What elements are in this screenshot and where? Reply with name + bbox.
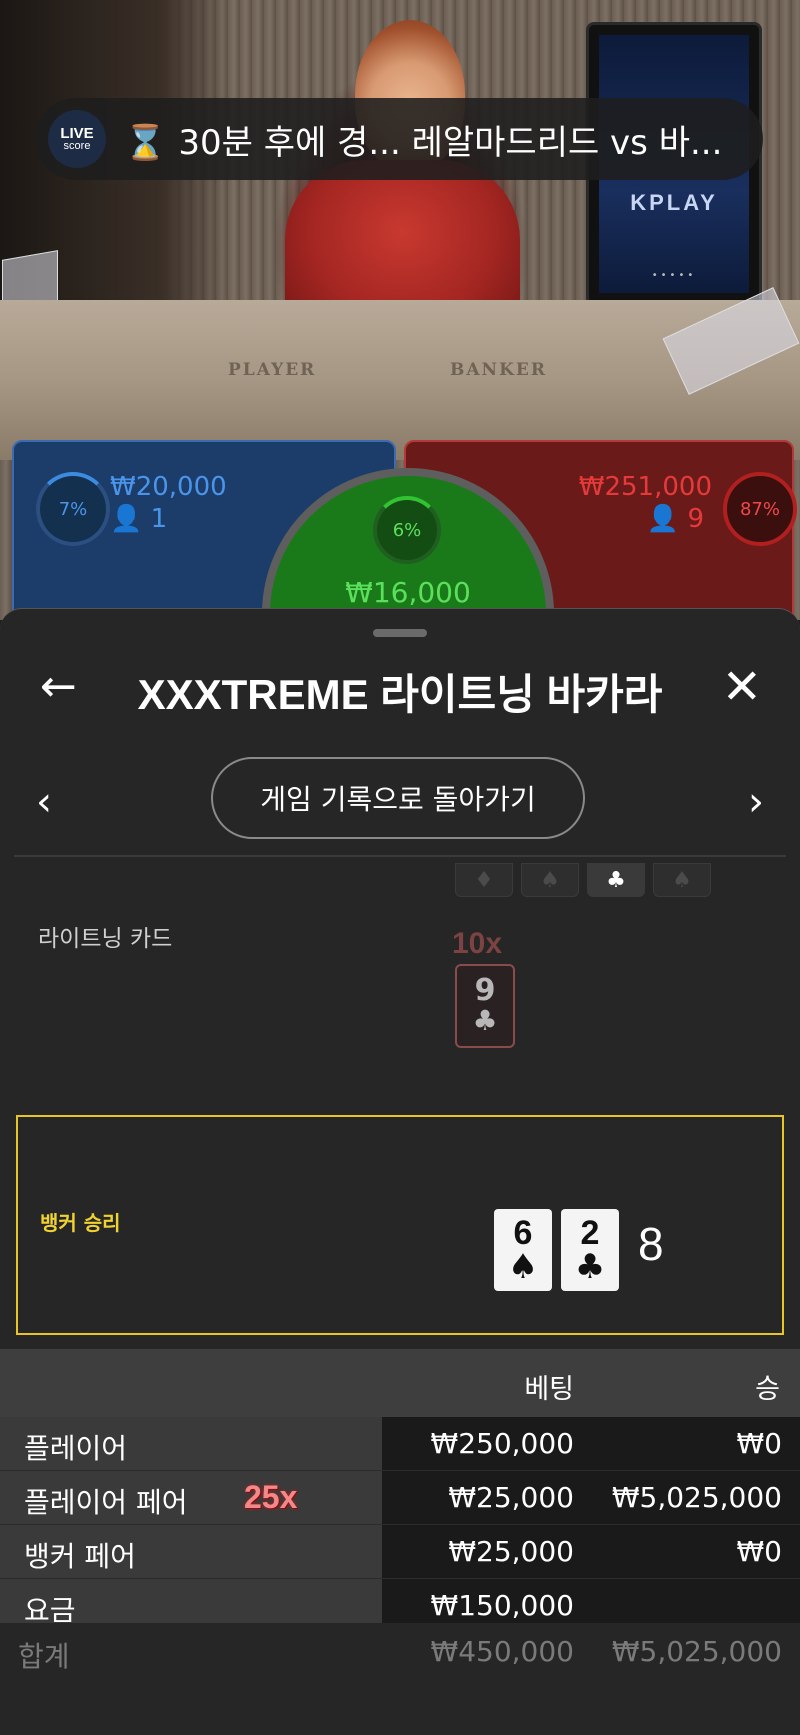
- player-count-value: 1: [150, 504, 168, 534]
- live-score-text: 30분 후에 경... 레알마드리드 vs 바...: [178, 122, 723, 163]
- table-row: 플레이어 페어 25x ₩25,000 ₩5,025,000: [0, 1471, 800, 1525]
- chevron-left-icon[interactable]: ‹: [36, 779, 52, 825]
- header-divider: [14, 855, 786, 857]
- player-bettor-count: 👤 1: [110, 504, 167, 534]
- row-name: 플레이어 페어: [24, 1486, 188, 1519]
- person-icon: 👤: [110, 504, 143, 534]
- total-win: ₩5,025,000: [611, 1635, 782, 1668]
- player-total-amount: ₩20,000: [110, 472, 227, 502]
- live-score-logo: LIVE score: [48, 110, 106, 168]
- banker-percent: 87%: [739, 498, 780, 520]
- suit-tab-club[interactable]: ♣: [587, 863, 645, 897]
- column-header-bet: 베팅: [524, 1374, 574, 1405]
- back-to-history-button[interactable]: 게임 기록으로 돌아가기: [211, 757, 585, 839]
- monitor-dots: •••••: [651, 270, 697, 281]
- player-percent-ring: 7%: [36, 472, 110, 546]
- hourglass-icon: ⌛: [124, 122, 167, 163]
- lightning-multiplier: 10x: [452, 927, 503, 960]
- column-header-win: 승: [755, 1374, 780, 1405]
- table-row: 뱅커 페어 ₩25,000 ₩0: [0, 1525, 800, 1579]
- monitor-logo: KPLAY: [630, 190, 718, 215]
- tie-percent-ring: 6%: [373, 496, 441, 564]
- bet-table-header: 베팅 승: [0, 1349, 800, 1417]
- total-row: 합계 ₩450,000 ₩5,025,000: [0, 1623, 800, 1683]
- result-card: 2 ♣: [561, 1209, 619, 1291]
- banker-count-value: 9: [687, 504, 704, 534]
- suit-tabs: ♦ ♠ ♣ ♠: [455, 863, 711, 897]
- lightning-card: 9 ♣: [455, 964, 515, 1048]
- felt-label-player: PLAYER: [228, 360, 317, 380]
- round-result-box: 뱅커 승리 6 ♠ 2 ♣ 8: [16, 1115, 784, 1335]
- sheet-drag-handle[interactable]: [373, 629, 427, 637]
- banker-total-amount: ₩251,000: [578, 472, 712, 502]
- live-score-logo-line1: LIVE: [60, 125, 94, 142]
- spade-icon: ♠: [507, 1247, 539, 1287]
- table-felt: [0, 300, 800, 460]
- result-card-rank: 2: [580, 1214, 600, 1252]
- person-icon: 👤: [646, 504, 680, 534]
- player-percent: 7%: [58, 498, 88, 520]
- live-score-text-wrap: ⌛ 30분 후에 경... 레알마드리드 vs 바...: [124, 115, 744, 164]
- result-score: 8: [638, 1218, 664, 1270]
- row-name: 플레이어: [24, 1432, 128, 1465]
- banker-bettor-count: 👤 9: [647, 504, 704, 534]
- felt-label-banker: BANKER: [450, 360, 547, 380]
- chevron-right-icon[interactable]: ›: [748, 779, 764, 825]
- row-bet: ₩150,000: [430, 1589, 574, 1622]
- live-score-logo-line2: score: [63, 140, 91, 152]
- tie-percent: 6%: [392, 519, 422, 541]
- lightning-card-rank: 9: [474, 972, 496, 1008]
- banker-percent-ring: 87%: [723, 472, 797, 546]
- live-score-banner[interactable]: LIVE score ⌛ 30분 후에 경... 레알마드리드 vs 바...: [35, 98, 763, 180]
- close-icon[interactable]: ✕: [722, 659, 762, 715]
- sheet-title: XXXTREME 라이트닝 바카라: [137, 671, 663, 718]
- game-history-sheet: ← XXXTREME 라이트닝 바카라 ✕ ‹ 게임 기록으로 돌아가기 › ♦…: [0, 608, 800, 1735]
- row-multiplier: 25x: [244, 1479, 298, 1515]
- total-label: 합계: [18, 1640, 70, 1673]
- total-bet: ₩450,000: [430, 1635, 574, 1668]
- row-bet: ₩25,000: [448, 1481, 574, 1514]
- row-win: ₩5,025,000: [611, 1481, 782, 1514]
- row-win: ₩0: [736, 1427, 783, 1460]
- lightning-card-label: 라이트닝 카드: [38, 926, 173, 952]
- tie-total-amount: ₩16,000: [345, 576, 471, 609]
- row-bet: ₩250,000: [430, 1427, 574, 1460]
- result-card-rank: 6: [513, 1214, 533, 1252]
- row-win: ₩0: [736, 1535, 783, 1568]
- row-name: 뱅커 페어: [24, 1540, 136, 1573]
- club-icon: ♣: [574, 1247, 606, 1287]
- suit-tab-spade-2[interactable]: ♠: [653, 863, 711, 897]
- row-bet: ₩25,000: [448, 1535, 574, 1568]
- table-row: 플레이어 ₩250,000 ₩0: [0, 1417, 800, 1471]
- suit-tab-spade[interactable]: ♠: [521, 863, 579, 897]
- result-label: 뱅커 승리: [40, 1211, 121, 1235]
- suit-tab-diamond[interactable]: ♦: [455, 863, 513, 897]
- club-icon: ♣: [472, 1003, 498, 1037]
- result-card: 6 ♠: [494, 1209, 552, 1291]
